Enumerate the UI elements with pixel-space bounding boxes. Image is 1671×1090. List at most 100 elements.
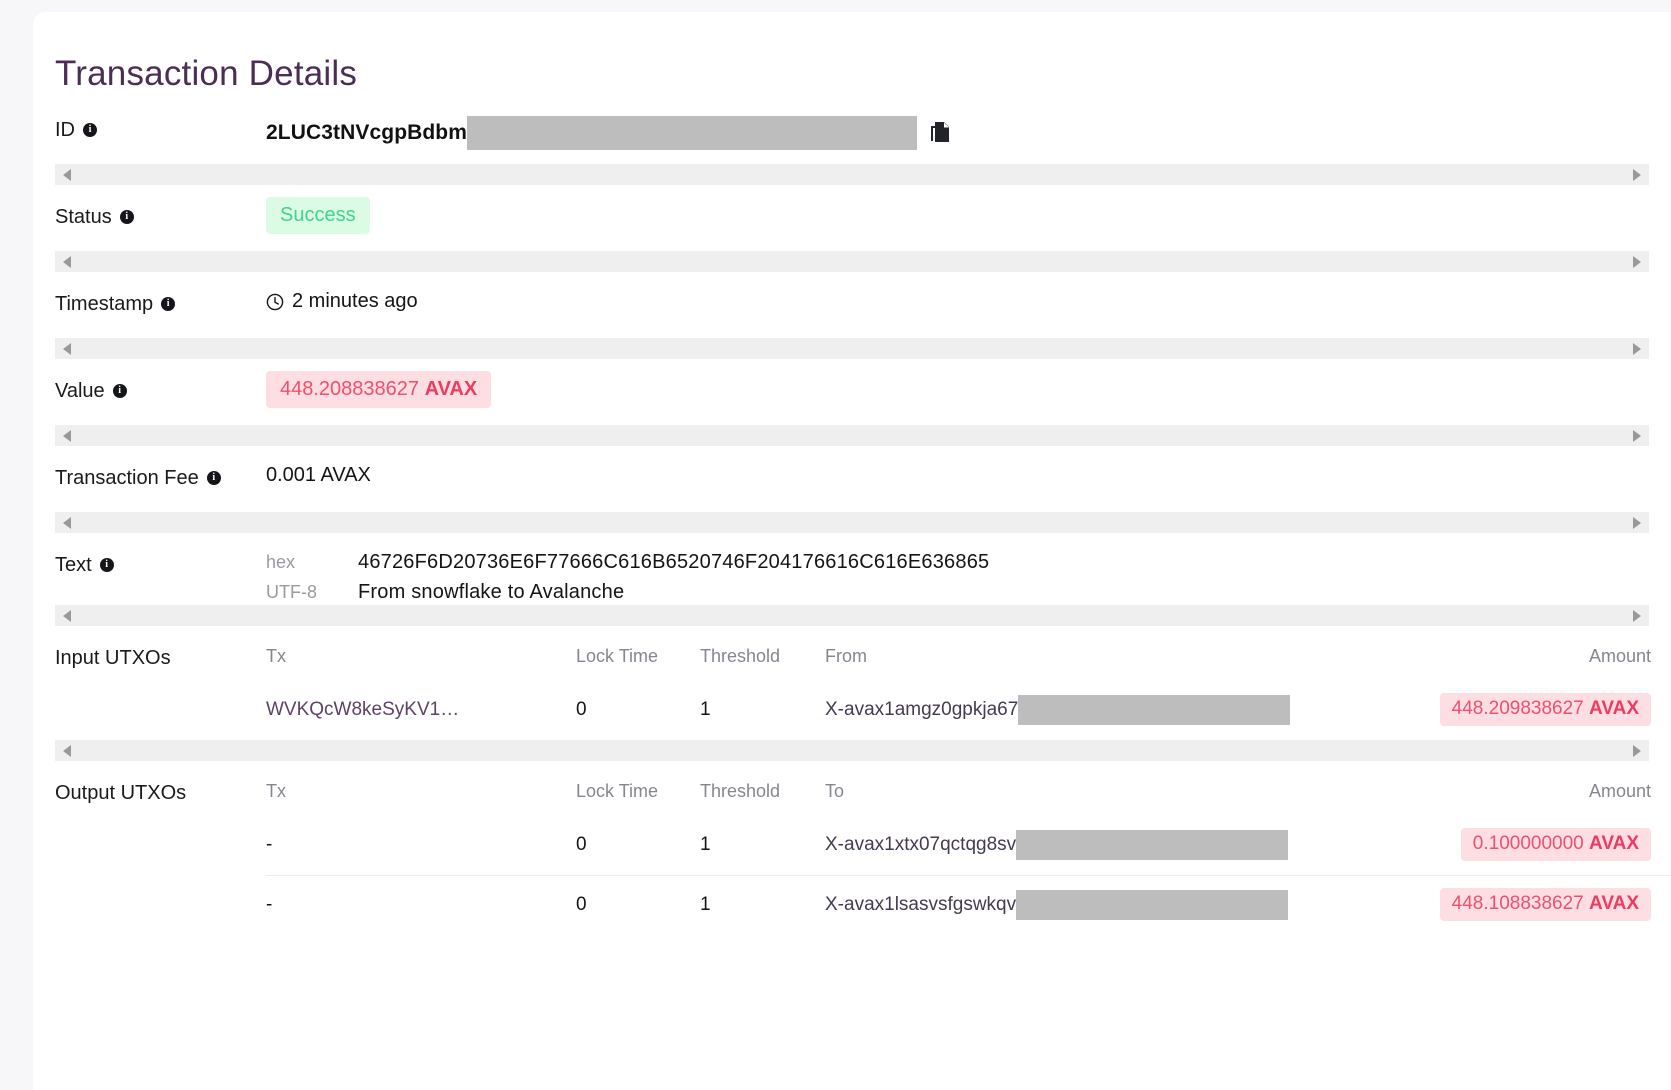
field-row-id: ID i 2LUC3tNVcgpBdbm bbox=[33, 98, 1671, 164]
address-value: X-avax1amgz0gpkja67 bbox=[825, 698, 1019, 720]
clock-icon bbox=[266, 293, 284, 311]
cell-tx: - bbox=[266, 833, 273, 855]
field-label-input-utxos-text: Input UTXOs bbox=[55, 647, 171, 669]
arrow-right-icon[interactable] bbox=[1633, 609, 1641, 622]
field-row-status: Status i Success bbox=[33, 185, 1671, 251]
field-label-output-utxos: Output UTXOs bbox=[55, 761, 266, 805]
output-utxos-table: Tx Lock Time Threshold To Amount - 0 1 X… bbox=[266, 773, 1671, 935]
table-row: - 0 1 X-avax1xtx07qctqg8sv 0.100000000 A… bbox=[266, 816, 1671, 876]
field-value-text: hex 46726F6D20736E6F77666C616B6520746F20… bbox=[266, 533, 1671, 605]
info-icon[interactable]: i bbox=[206, 471, 221, 485]
field-label-output-utxos-text: Output UTXOs bbox=[55, 782, 187, 804]
copy-icon[interactable] bbox=[929, 121, 951, 145]
column-header-lock-time: Lock Time bbox=[576, 646, 659, 666]
table-header-row: Tx Lock Time Threshold From Amount bbox=[266, 638, 1671, 681]
cell-threshold: 1 bbox=[700, 875, 825, 935]
info-icon[interactable]: i bbox=[112, 384, 127, 398]
info-icon[interactable]: i bbox=[119, 210, 134, 224]
arrow-right-icon[interactable] bbox=[1633, 429, 1641, 442]
horizontal-scrollbar-id[interactable] bbox=[55, 164, 1649, 185]
arrow-left-icon[interactable] bbox=[63, 168, 71, 181]
arrow-right-icon[interactable] bbox=[1633, 342, 1641, 355]
status-badge: Success bbox=[266, 197, 370, 234]
horizontal-scrollbar-input-utxos[interactable] bbox=[55, 740, 1649, 761]
input-utxos-table-head: Tx Lock Time Threshold From Amount bbox=[266, 638, 1671, 681]
cell-to-address: X-avax1lsasvsfgswkqv bbox=[825, 875, 1411, 935]
field-row-timestamp: Timestamp i 2 minutes ago bbox=[33, 272, 1671, 338]
horizontal-scrollbar-value[interactable] bbox=[55, 425, 1649, 446]
amount-badge: 0.100000000 AVAX bbox=[1460, 828, 1651, 861]
field-label-text-text: Text bbox=[55, 554, 92, 576]
field-label-value-text: Value bbox=[55, 380, 105, 402]
arrow-left-icon[interactable] bbox=[63, 516, 71, 529]
table-row: WVKQcW8keSyKV1… 0 1 X-avax1amgz0gpkja67 … bbox=[266, 681, 1671, 740]
field-value-transaction-fee: 0.001 AVAX bbox=[266, 446, 1671, 487]
column-header-tx: Tx bbox=[266, 781, 286, 801]
value-badge: 448.208838627 AVAX bbox=[266, 371, 492, 408]
value-amount: 448.208838627 bbox=[280, 378, 420, 400]
input-utxos-table-body: WVKQcW8keSyKV1… 0 1 X-avax1amgz0gpkja67 … bbox=[266, 681, 1671, 740]
horizontal-scrollbar-status[interactable] bbox=[55, 251, 1649, 272]
cell-tx: WVKQcW8keSyKV1… bbox=[266, 681, 576, 740]
page-title: Transaction Details bbox=[55, 54, 358, 93]
column-header-from: From bbox=[825, 646, 867, 666]
field-label-timestamp-text: Timestamp bbox=[55, 293, 154, 315]
field-value-timestamp: 2 minutes ago bbox=[266, 272, 1671, 313]
arrow-left-icon[interactable] bbox=[63, 609, 71, 622]
text-utf8-value: From snowflake to Avalanche bbox=[358, 581, 625, 603]
table-row: - 0 1 X-avax1lsasvsfgswkqv 448.108838627… bbox=[266, 875, 1671, 935]
cell-lock-time: 0 bbox=[576, 875, 700, 935]
field-label-text: Text i bbox=[55, 533, 266, 577]
cell-amount: 448.209838627 AVAX bbox=[1411, 681, 1671, 740]
input-utxos-table-wrap: Tx Lock Time Threshold From Amount WVKQc… bbox=[266, 626, 1671, 740]
field-label-timestamp: Timestamp i bbox=[55, 272, 266, 316]
redaction-block-address bbox=[1016, 829, 1289, 860]
field-label-status-text: Status bbox=[55, 206, 112, 228]
cell-to-address: X-avax1xtx07qctqg8sv bbox=[825, 816, 1411, 876]
output-utxos-table-wrap: Tx Lock Time Threshold To Amount - 0 1 X… bbox=[266, 761, 1671, 935]
input-utxos-table: Tx Lock Time Threshold From Amount WVKQc… bbox=[266, 638, 1671, 740]
horizontal-scrollbar-transaction-fee[interactable] bbox=[55, 512, 1649, 533]
amount-unit: AVAX bbox=[1589, 833, 1639, 854]
text-utf8-label: UTF-8 bbox=[266, 582, 317, 602]
cell-threshold: 1 bbox=[700, 833, 711, 855]
amount-unit: AVAX bbox=[1589, 698, 1639, 719]
info-icon[interactable]: i bbox=[83, 123, 97, 137]
amount-value: 448.209838627 bbox=[1451, 698, 1584, 719]
horizontal-scrollbar-timestamp[interactable] bbox=[55, 338, 1649, 359]
column-header-threshold: Threshold bbox=[700, 646, 781, 666]
cell-tx: - bbox=[266, 875, 576, 935]
cell-amount: 448.108838627 AVAX bbox=[1411, 875, 1671, 935]
address-text: X-avax1lsasvsfgswkqv bbox=[825, 889, 1289, 920]
arrow-right-icon[interactable] bbox=[1633, 744, 1641, 757]
arrow-left-icon[interactable] bbox=[63, 255, 71, 268]
arrow-right-icon[interactable] bbox=[1633, 168, 1641, 181]
amount-unit: AVAX bbox=[1589, 893, 1639, 914]
address-text: X-avax1xtx07qctqg8sv bbox=[825, 829, 1289, 860]
field-label-id-text: ID bbox=[55, 119, 75, 141]
arrow-left-icon[interactable] bbox=[63, 429, 71, 442]
timestamp-value-line: 2 minutes ago bbox=[266, 284, 1671, 313]
arrow-left-icon[interactable] bbox=[63, 342, 71, 355]
output-utxos-table-body: - 0 1 X-avax1xtx07qctqg8sv 0.100000000 A… bbox=[266, 816, 1671, 935]
field-row-text: Text i hex 46726F6D20736E6F77666C616B652… bbox=[33, 533, 1671, 605]
amount-badge: 448.108838627 AVAX bbox=[1439, 888, 1651, 921]
horizontal-scrollbar-text[interactable] bbox=[55, 605, 1649, 626]
arrow-right-icon[interactable] bbox=[1633, 255, 1641, 268]
redaction-block-address bbox=[1016, 889, 1289, 920]
field-label-status: Status i bbox=[55, 185, 266, 229]
arrow-right-icon[interactable] bbox=[1633, 516, 1641, 529]
column-header-tx: Tx bbox=[266, 646, 286, 666]
column-header-amount: Amount bbox=[1588, 646, 1651, 666]
transaction-id-value: 2LUC3tNVcgpBdbm bbox=[266, 121, 468, 144]
info-icon[interactable]: i bbox=[99, 558, 114, 572]
info-icon[interactable]: i bbox=[161, 297, 176, 311]
tx-link[interactable]: WVKQcW8keSyKV1… bbox=[266, 699, 459, 720]
column-header-to: To bbox=[825, 781, 845, 801]
column-header-threshold: Threshold bbox=[700, 781, 781, 801]
address-text: X-avax1amgz0gpkja67 bbox=[825, 694, 1291, 725]
redaction-block-id bbox=[467, 116, 918, 150]
cell-lock-time: 0 bbox=[576, 698, 587, 720]
address-value: X-avax1lsasvsfgswkqv bbox=[825, 893, 1017, 915]
arrow-left-icon[interactable] bbox=[63, 744, 71, 757]
